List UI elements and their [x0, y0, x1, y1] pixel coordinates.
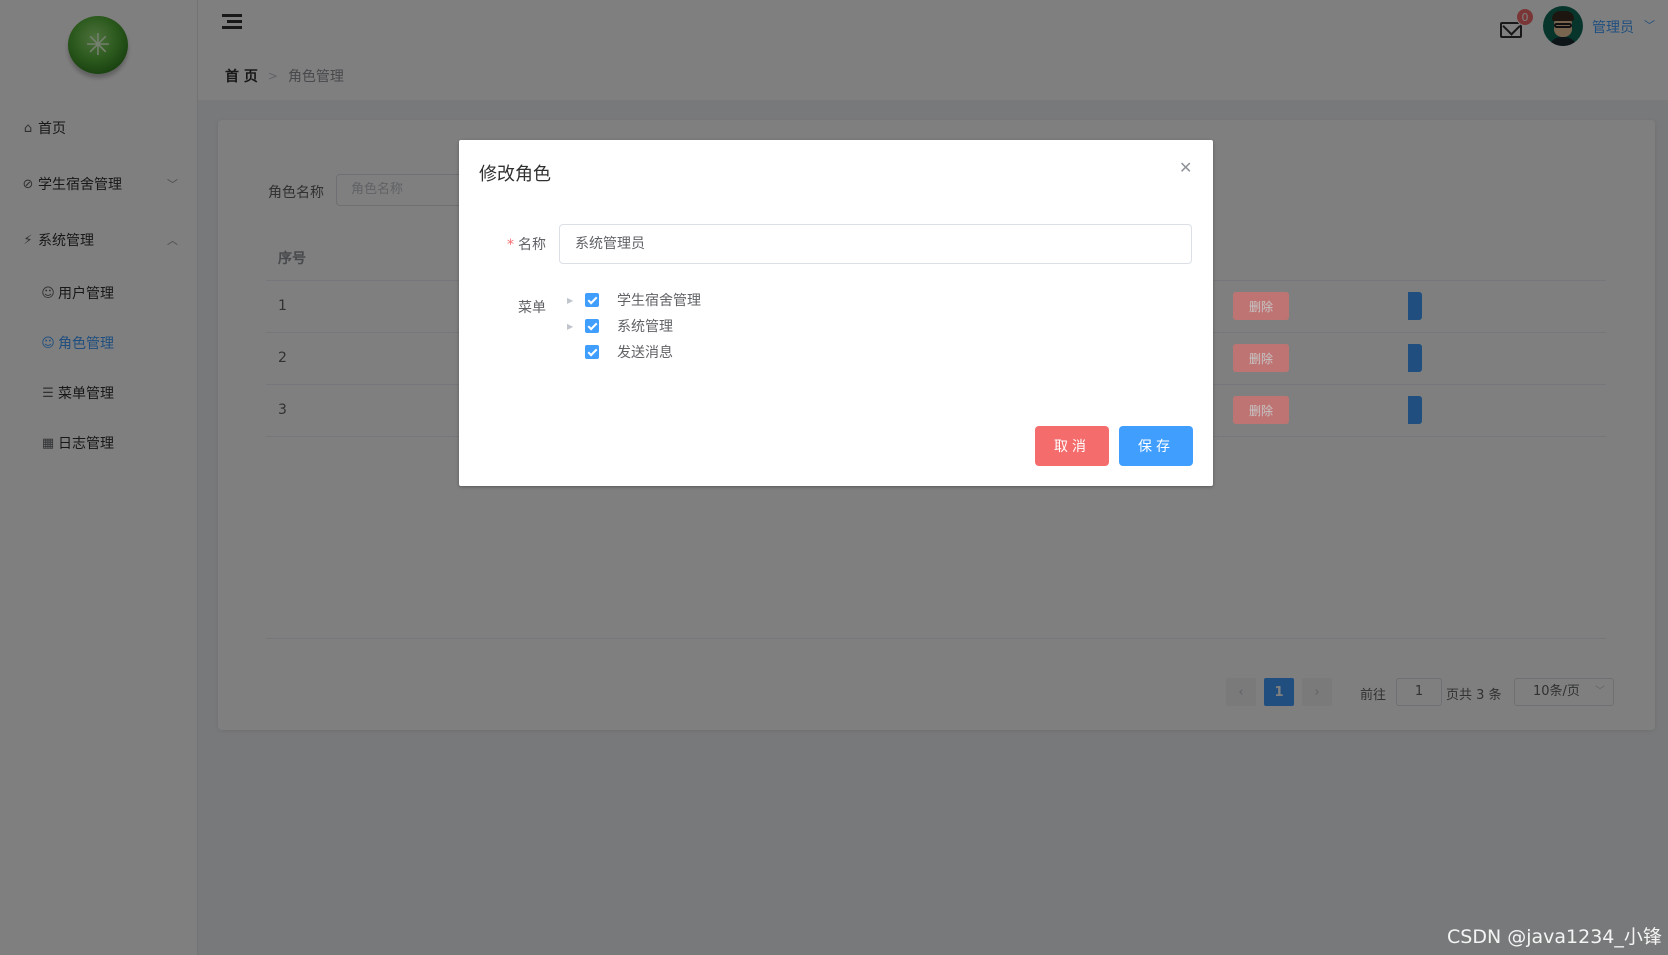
tree-node-dormitory[interactable]: ▶ 学生宿舍管理 [567, 287, 701, 313]
checkbox-checked-icon[interactable] [585, 319, 599, 333]
name-field-label: * 名称 [507, 237, 546, 253]
tree-node-system[interactable]: ▶ 系统管理 [567, 313, 673, 339]
delete-button: 删除 [1233, 396, 1289, 424]
caret-right-icon[interactable]: ▶ [567, 296, 581, 305]
required-mark: * [507, 237, 514, 253]
role-name-input[interactable]: 系统管理员 [559, 224, 1192, 264]
cancel-button[interactable]: 取消 [1035, 426, 1109, 466]
edit-role-dialog: 修改角色 ✕ * 名称 系统管理员 菜单 ▶ 学生宿舍管理 ▶ 系统管理 发送消息… [459, 140, 1213, 486]
delete-button: 删除 [1233, 344, 1289, 372]
close-icon[interactable]: ✕ [1179, 158, 1192, 177]
save-button[interactable]: 保存 [1119, 426, 1193, 466]
checkbox-checked-icon[interactable] [585, 293, 599, 307]
tree-node-message[interactable]: 发送消息 [567, 339, 673, 365]
checkbox-checked-icon[interactable] [585, 345, 599, 359]
watermark: CSDN @java1234_小锋 [1447, 926, 1662, 948]
tree-node-label: 系统管理 [617, 319, 673, 335]
dialog-title: 修改角色 [479, 164, 551, 185]
menu-field-label: 菜单 [518, 300, 546, 316]
tree-node-label: 学生宿舍管理 [617, 293, 701, 309]
tree-node-label: 发送消息 [617, 345, 673, 361]
delete-button: 删除 [1233, 292, 1289, 320]
caret-right-icon[interactable]: ▶ [567, 322, 581, 331]
